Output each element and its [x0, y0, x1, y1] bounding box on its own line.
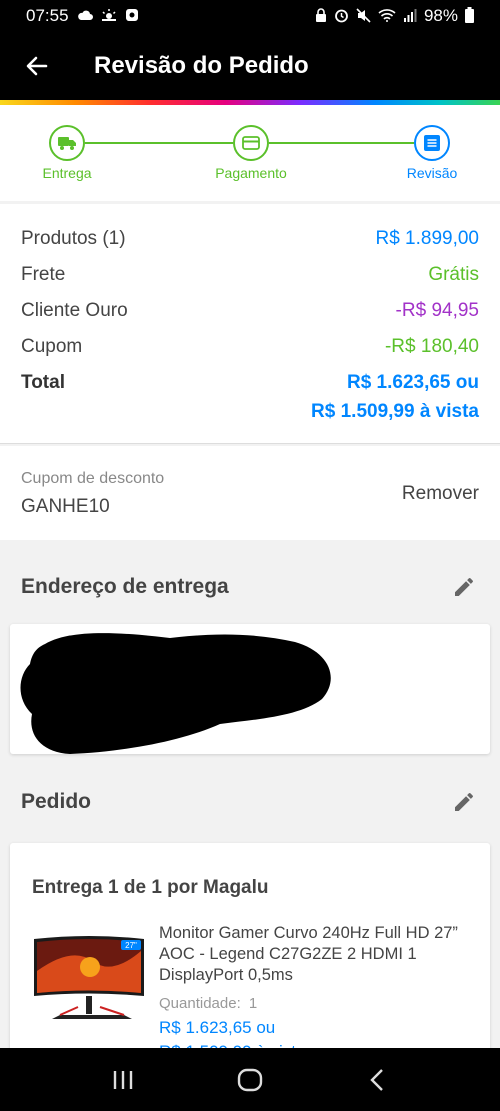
shipping-value: Grátis: [428, 264, 479, 285]
coupon-section: Cupom de desconto GANHE10 Remover: [0, 446, 500, 540]
products-value: R$ 1.899,00: [375, 228, 479, 249]
product-quantity: Quantidade: 1: [159, 995, 257, 1012]
system-nav-bar: [0, 1048, 500, 1111]
coupon-discount-label: Cupom: [21, 336, 83, 357]
gold-value: -R$ 94,95: [395, 300, 479, 321]
address-card[interactable]: [10, 624, 490, 754]
step-entrega[interactable]: [49, 125, 85, 161]
mute-icon: [356, 7, 371, 25]
battery-icon: [465, 7, 474, 25]
coupon-discount-value: -R$ 180,40: [384, 336, 479, 357]
total-label: Total: [21, 372, 65, 393]
home-icon: [237, 1068, 263, 1091]
summary-row-shipping: Frete Grátis: [21, 264, 479, 286]
status-bar: 07:55 98%: [0, 0, 500, 32]
edit-order-button[interactable]: [450, 788, 478, 816]
battery-percent: 98%: [423, 6, 458, 25]
pencil-icon: [455, 792, 473, 811]
step-label-pagamento: Pagamento: [215, 165, 287, 181]
products-label: Produtos (1): [21, 228, 126, 249]
redacted-address: [20, 633, 331, 754]
pencil-icon: [455, 577, 473, 596]
order-summary: Produtos (1) R$ 1.899,00 Frete Grátis Cl…: [0, 204, 500, 444]
cloud-icon: [77, 10, 93, 23]
step-label-entrega: Entrega: [42, 165, 92, 181]
back-button[interactable]: [0, 32, 74, 100]
step-label-revisao: Revisão: [406, 165, 458, 181]
step-pagamento[interactable]: [233, 125, 269, 161]
card-icon: [242, 136, 260, 150]
step-connector: [85, 142, 233, 144]
thumb-badge: 27": [125, 941, 137, 950]
product-image[interactable]: 27": [32, 931, 147, 1031]
summary-row-total: Total R$ 1.623,65 ou R$ 1.509,99 à vista: [21, 372, 479, 423]
order-card: Entrega 1 de 1 por Magalu 27" Monitor Ga…: [10, 843, 490, 1083]
step-revisao[interactable]: [414, 125, 450, 161]
order-title: Pedido: [21, 790, 92, 813]
home-button[interactable]: [220, 1060, 280, 1100]
step-connector: [269, 142, 414, 144]
quantity-value: 1: [248, 995, 258, 1012]
signal-icon: [403, 8, 417, 24]
summary-row-gold: Cliente Ouro -R$ 94,95: [21, 300, 479, 322]
delivery-title: Entrega 1 de 1 por Magalu: [32, 877, 269, 898]
total-value-cash: R$ 1.509,99 à vista: [311, 401, 479, 422]
list-icon: [424, 135, 440, 151]
summary-row-products: Produtos (1) R$ 1.899,00: [21, 228, 479, 250]
app-bar: Revisão do Pedido: [0, 32, 500, 100]
truck-icon: [58, 137, 76, 150]
alarm-icon: [334, 8, 349, 25]
address-title: Endereço de entrega: [21, 575, 229, 598]
recents-button[interactable]: [93, 1060, 153, 1100]
coupon-code: GANHE10: [21, 496, 110, 517]
gold-label: Cliente Ouro: [21, 300, 128, 321]
coupon-label: Cupom de desconto: [21, 470, 165, 487]
product-price-installments: R$ 1.623,65 ou: [159, 1018, 276, 1037]
lock-icon: [315, 8, 327, 24]
edit-address-button[interactable]: [450, 573, 478, 601]
arrow-left-icon: [26, 56, 48, 76]
wifi-icon: [378, 8, 396, 24]
total-value: R$ 1.623,65 ou R$ 1.509,99 à vista: [311, 372, 479, 423]
weather-icon: [101, 9, 117, 23]
checkout-stepper: Entrega Pagamento Revisão: [0, 105, 500, 201]
remove-coupon-button[interactable]: Remover: [402, 483, 479, 505]
summary-row-coupon: Cupom -R$ 180,40: [21, 336, 479, 358]
status-time: 07:55: [26, 6, 69, 25]
product-name[interactable]: Monitor Gamer Curvo 240Hz Full HD 27” AO…: [159, 923, 474, 986]
total-value-installments: R$ 1.623,65 ou: [346, 372, 479, 393]
system-back-button[interactable]: [347, 1060, 407, 1100]
shipping-label: Frete: [21, 264, 66, 285]
quantity-label: Quantidade:: [159, 995, 241, 1012]
page-title: Revisão do Pedido: [94, 52, 309, 79]
app-notification-icon: [125, 8, 139, 24]
recents-icon: [114, 1070, 133, 1089]
back-nav-icon: [369, 1068, 383, 1091]
